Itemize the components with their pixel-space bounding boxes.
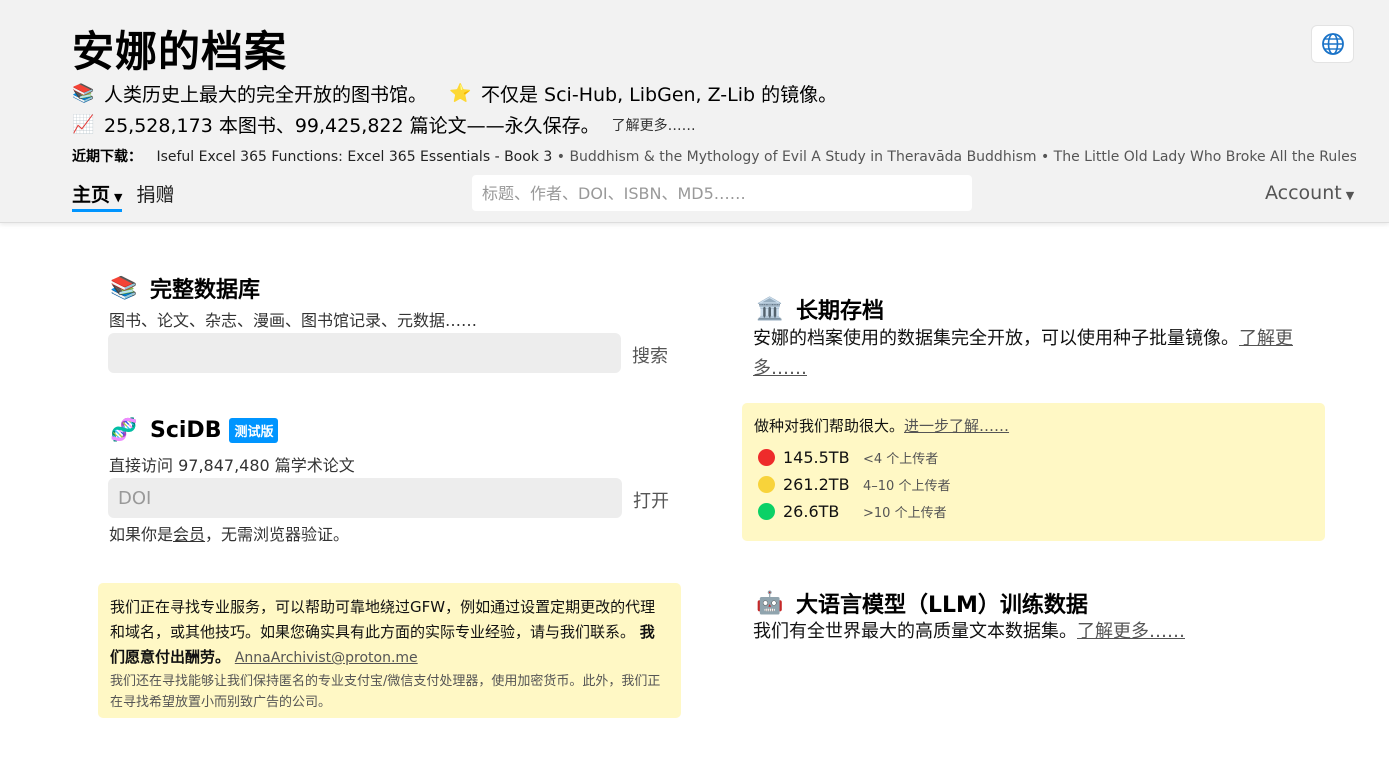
seeding-box: 做种对我们帮助很大。进一步了解…… 145.5TB <4 个上传者 261.2T… — [742, 403, 1325, 541]
full-database-title: 📚 完整数据库 — [110, 272, 260, 304]
database-search-input[interactable] — [108, 333, 621, 373]
llm-description: 我们有全世界最大的高质量文本数据集。 — [753, 621, 1077, 642]
seeding-learn-more-link[interactable]: 进一步了解…… — [904, 417, 1009, 435]
status-dot-green — [758, 503, 775, 520]
site-title[interactable]: 安娜的档案 — [72, 18, 287, 79]
recent-downloads-label: 近期下载： — [72, 149, 142, 165]
email-link[interactable]: AnnaArchivist@proton.me — [235, 650, 418, 666]
llm-text: 我们有全世界最大的高质量文本数据集。了解更多…… — [753, 617, 1323, 647]
seeding-header: 做种对我们帮助很大。进一步了解…… — [754, 415, 1313, 436]
seed-size: 261.2TB — [783, 475, 850, 494]
notice-main-text: 我们正在寻找专业服务，可以帮助可靠地绕过GFW，例如通过设置定期更改的代理和域名… — [110, 598, 656, 641]
seed-size: 145.5TB — [783, 448, 850, 467]
seed-row: 261.2TB 4–10 个上传者 — [754, 471, 1313, 498]
tagline-library: 📚 人类历史上最大的完全开放的图书馆。 ⭐ 不仅是 Sci-Hub, LibGe… — [72, 80, 837, 107]
dna-icon: 🧬 — [110, 418, 138, 443]
star-icon: ⭐ — [449, 83, 472, 104]
notice-sub-text: 我们还在寻找能够让我们保持匿名的专业支付宝/微信支付处理器，使用加密货币。此外，… — [110, 674, 661, 710]
status-dot-red — [758, 449, 775, 466]
member-note-prefix: 如果你是 — [109, 525, 174, 544]
llm-heading: 大语言模型（LLM）训练数据 — [796, 593, 1088, 618]
scidb-subtitle: 直接访问 97,847,480 篇学术论文 — [109, 456, 355, 475]
seed-rows: 145.5TB <4 个上传者 261.2TB 4–10 个上传者 26.6TB… — [754, 444, 1313, 525]
learn-more-link[interactable]: 了解更多…… — [612, 115, 696, 135]
archive-description: 安娜的档案使用的数据集完全开放，可以使用种子批量镜像。 — [753, 328, 1239, 349]
account-menu[interactable]: Account ▼ — [1265, 182, 1354, 204]
seeder-count: >10 个上传者 — [863, 506, 947, 521]
search-input[interactable] — [472, 175, 972, 211]
seed-row: 145.5TB <4 个上传者 — [754, 444, 1313, 471]
nav-home-label: 主页 — [72, 184, 111, 206]
nav-donate[interactable]: 捐赠 — [136, 180, 174, 212]
tagline-mirror-text: 不仅是 Sci-Hub, LibGen, Z-Lib 的镜像。 — [481, 84, 838, 106]
seed-size: 26.6TB — [783, 502, 840, 521]
scidb-heading: SciDB — [150, 418, 222, 443]
chevron-down-icon: ▼ — [114, 191, 123, 204]
recent-download-items[interactable]: • Buddhism & the Mythology of Evil A Stu… — [552, 149, 1356, 165]
beta-badge: 测试版 — [229, 418, 279, 443]
seeder-count: 4–10 个上传者 — [863, 479, 951, 494]
recent-downloads: 近期下载： Iseful Excel 365 Functions: Excel … — [72, 146, 1356, 166]
globe-icon — [1321, 33, 1344, 55]
language-button[interactable] — [1312, 26, 1353, 62]
full-database-subtitle: 图书、论文、杂志、漫画、图书馆记录、元数据…… — [109, 311, 478, 330]
stats-text: 25,528,173 本图书、99,425,822 篇论文——永久保存。 — [104, 115, 600, 137]
member-link[interactable]: 会员 — [173, 525, 205, 544]
chart-up-icon: 📈 — [72, 114, 95, 135]
llm-title: 🤖 大语言模型（LLM）训练数据 — [756, 587, 1088, 619]
seed-row: 26.6TB >10 个上传者 — [754, 498, 1313, 525]
archive-title: 🏛️ 长期存档 — [756, 293, 884, 325]
doi-input[interactable] — [108, 478, 622, 518]
chevron-down-icon: ▼ — [1345, 189, 1355, 202]
open-button[interactable]: 打开 — [633, 487, 669, 513]
nav-home[interactable]: 主页 ▼ — [72, 180, 123, 212]
tagline-stats: 📈 25,528,173 本图书、99,425,822 篇论文——永久保存。 了… — [72, 111, 696, 138]
gfw-notice: 我们正在寻找专业服务，可以帮助可靠地绕过GFW，例如通过设置定期更改的代理和域名… — [98, 583, 681, 718]
recent-download-item[interactable]: Iseful Excel 365 Functions: Excel 365 Es… — [156, 149, 552, 165]
archive-heading: 长期存档 — [796, 299, 885, 324]
llm-learn-more-link[interactable]: 了解更多…… — [1077, 621, 1185, 642]
full-database-heading: 完整数据库 — [150, 278, 261, 303]
header: 安娜的档案 📚 人类历史上最大的完全开放的图书馆。 ⭐ 不仅是 Sci-Hub,… — [0, 0, 1389, 223]
books-icon: 📚 — [110, 275, 138, 301]
account-label: Account — [1265, 182, 1342, 204]
member-note: 如果你是会员，无需浏览器验证。 — [109, 521, 349, 545]
status-dot-yellow — [758, 476, 775, 493]
main-nav: 主页 ▼ 捐赠 — [72, 180, 175, 212]
member-note-suffix: ，无需浏览器验证。 — [205, 525, 350, 544]
classical-building-icon: 🏛️ — [756, 296, 784, 322]
tagline-text: 人类历史上最大的完全开放的图书馆。 — [104, 84, 428, 106]
archive-text: 安娜的档案使用的数据集完全开放，可以使用种子批量镜像。了解更多…… — [753, 324, 1323, 384]
seeder-count: <4 个上传者 — [863, 452, 939, 467]
search-button[interactable]: 搜索 — [632, 342, 668, 368]
books-icon: 📚 — [72, 83, 95, 104]
robot-icon: 🤖 — [756, 590, 784, 616]
seeding-header-text: 做种对我们帮助很大。 — [754, 417, 905, 435]
notice-text: 我们正在寻找专业服务，可以帮助可靠地绕过GFW，例如通过设置定期更改的代理和域名… — [110, 595, 669, 671]
scidb-title: 🧬 SciDB 测试版 — [110, 418, 279, 443]
